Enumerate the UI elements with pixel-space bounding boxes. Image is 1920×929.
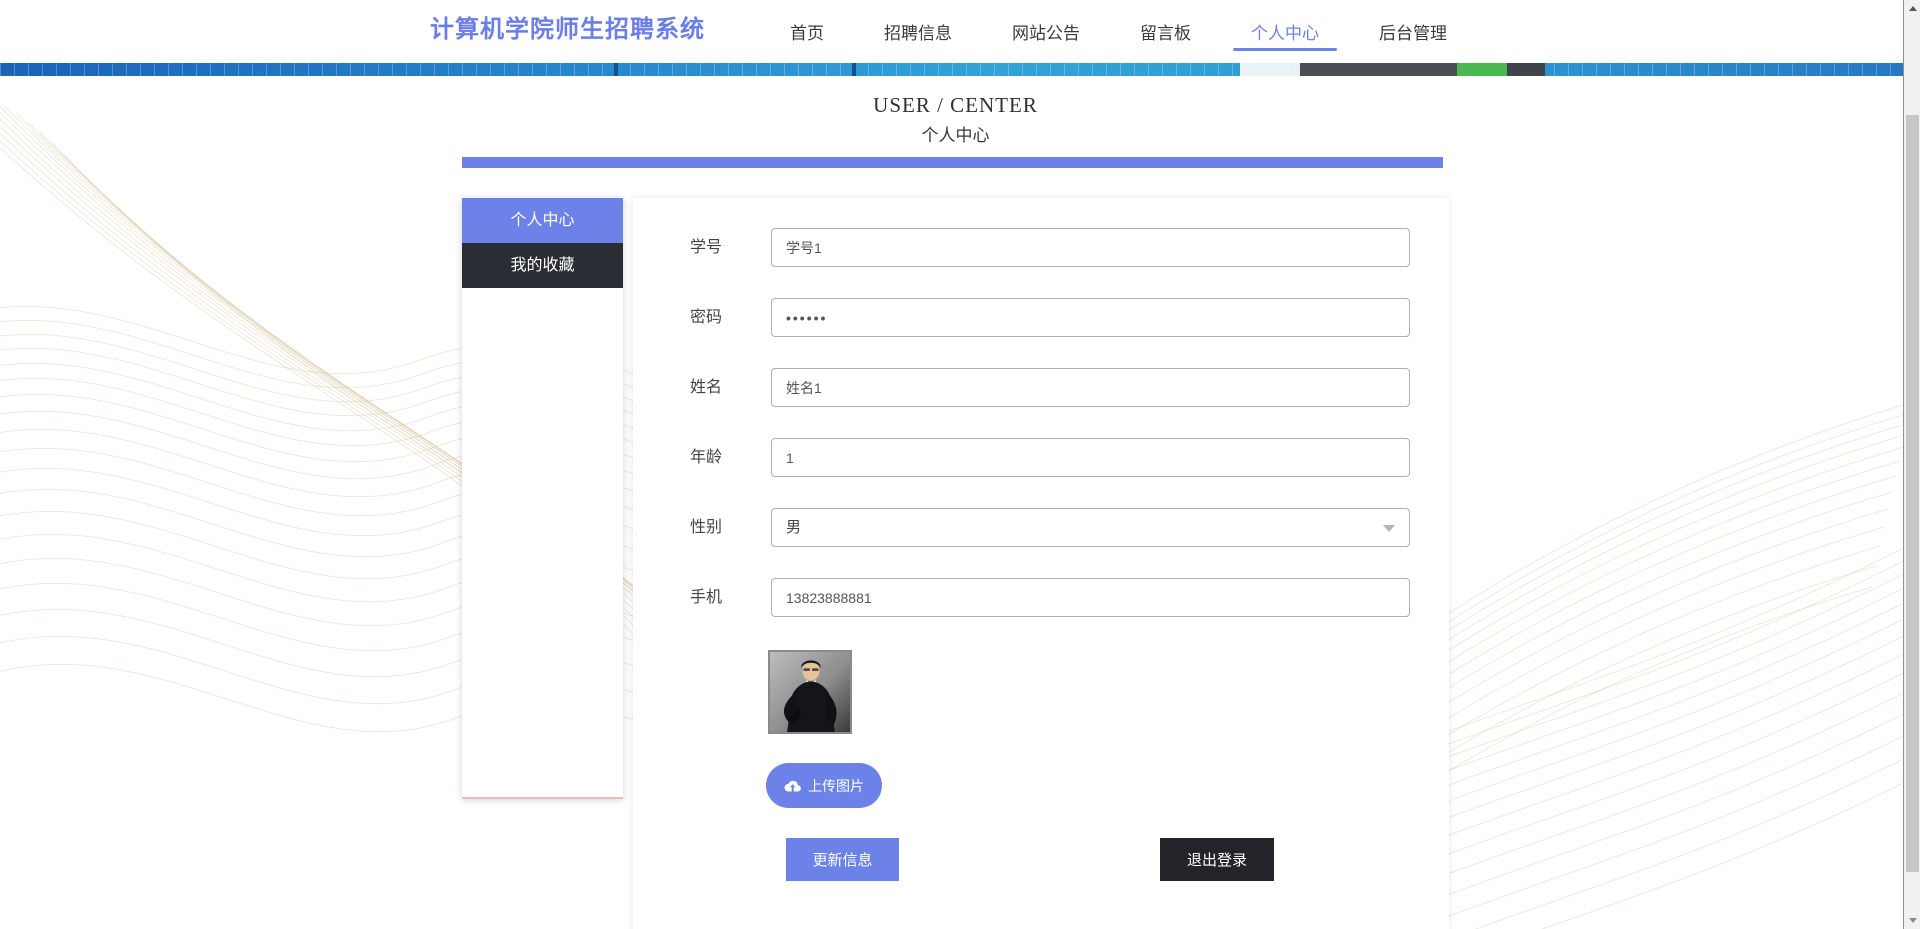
nav-item-announcements[interactable]: 网站公告 [1012, 0, 1080, 63]
form-row-name: 姓名 [633, 368, 1449, 407]
form-row-student-id: 学号 [633, 228, 1449, 267]
banner-detail [852, 63, 856, 76]
caret-down-icon [1383, 525, 1395, 532]
nav-item-label: 个人中心 [1251, 24, 1319, 43]
page-title-zh: 个人中心 [921, 126, 990, 145]
scroll-down-arrow[interactable] [1904, 912, 1920, 929]
upload-image-button[interactable]: 上传图片 [766, 763, 882, 808]
password-input[interactable] [771, 298, 1410, 337]
banner-detail [614, 63, 618, 76]
site-title: 计算机学院师生招聘系统 [430, 16, 705, 43]
form-row-password: 密码 [633, 298, 1449, 337]
sidebar-item-personal-center[interactable]: 个人中心 [462, 198, 623, 243]
cloud-upload-icon [784, 780, 801, 792]
profile-form-card: 学号 密码 姓名 年龄 性别 男 手机 [633, 198, 1449, 929]
nav-item-message-board[interactable]: 留言板 [1140, 0, 1191, 63]
field-label-phone: 手机 [690, 589, 723, 606]
banner-detail [1300, 63, 1457, 76]
logout-button[interactable]: 退出登录 [1160, 838, 1274, 881]
field-label-name: 姓名 [690, 379, 723, 396]
nav-item-personal-center[interactable]: 个人中心 [1233, 0, 1337, 63]
scroll-up-arrow[interactable] [1904, 0, 1920, 17]
gender-select[interactable]: 男 [771, 508, 1410, 547]
scrollbar-thumb[interactable] [1906, 115, 1919, 872]
top-navbar: 计算机学院师生招聘系统 首页 招聘信息 网站公告 留言板 个人中心 后台管理 [0, 0, 1920, 63]
banner-detail [1457, 63, 1507, 76]
arrow-up-icon [1908, 6, 1917, 11]
form-row-gender: 性别 男 [633, 508, 1449, 547]
scrollbar[interactable] [1903, 0, 1920, 929]
field-label-gender: 性别 [690, 519, 723, 536]
name-input[interactable] [771, 368, 1410, 407]
field-label-password: 密码 [690, 309, 723, 326]
page-title-en: USER / CENTER [873, 93, 1038, 117]
gender-select-value: 男 [786, 519, 802, 536]
form-row-phone: 手机 [633, 578, 1449, 617]
page-root: 计算机学院师生招聘系统 首页 招聘信息 网站公告 留言板 个人中心 后台管理 U… [0, 0, 1920, 929]
sidebar: 个人中心 我的收藏 [462, 198, 623, 799]
main-nav: 首页 招聘信息 网站公告 留言板 个人中心 后台管理 [790, 0, 1447, 63]
banner-detail [1507, 63, 1545, 76]
active-tab-underline [1233, 48, 1337, 51]
user-photo [768, 650, 852, 734]
divider-bar [462, 157, 1443, 168]
nav-item-home[interactable]: 首页 [790, 0, 824, 63]
banner-detail [1240, 63, 1300, 76]
student-id-input[interactable] [771, 228, 1410, 267]
upload-button-label: 上传图片 [808, 777, 864, 794]
form-row-age: 年龄 [633, 438, 1449, 477]
arrow-down-icon [1908, 918, 1917, 923]
age-input[interactable] [771, 438, 1410, 477]
field-label-age: 年龄 [690, 449, 723, 466]
sidebar-item-favorites[interactable]: 我的收藏 [462, 243, 623, 288]
nav-item-jobs[interactable]: 招聘信息 [884, 0, 952, 63]
nav-item-admin[interactable]: 后台管理 [1379, 0, 1447, 63]
banner-strip [0, 63, 1903, 76]
field-label-student-id: 学号 [690, 239, 723, 256]
update-info-button[interactable]: 更新信息 [786, 838, 899, 881]
phone-input[interactable] [771, 578, 1410, 617]
